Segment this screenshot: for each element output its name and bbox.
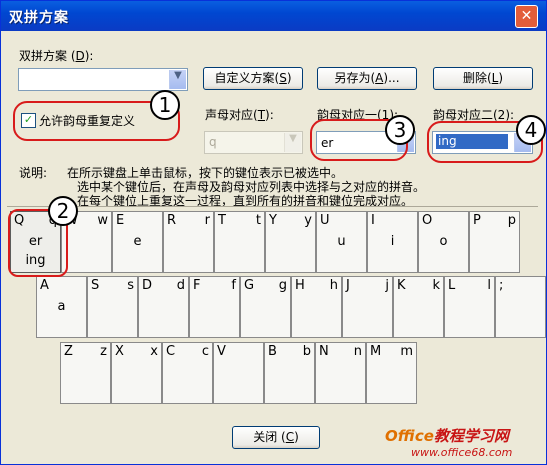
key-label-initial: l	[487, 278, 491, 293]
key-i[interactable]: Ii	[367, 211, 418, 273]
key-t[interactable]: Tt	[214, 211, 265, 273]
key-label-initial: r	[204, 213, 210, 228]
key-label-initial: g	[278, 278, 287, 293]
key-n[interactable]: Nn	[315, 342, 366, 404]
key-r[interactable]: Rr	[163, 211, 214, 273]
key-h[interactable]: Hh	[291, 276, 342, 338]
key-f[interactable]: Ff	[189, 276, 240, 338]
key-j[interactable]: Jj	[342, 276, 393, 338]
key-label-final-1: o	[439, 234, 448, 249]
instructions-label: 说明:	[19, 166, 48, 180]
key-label-upper: F	[193, 278, 201, 293]
key-label-upper: O	[422, 213, 433, 228]
key-g[interactable]: Gg	[240, 276, 291, 338]
key-label-upper: ;	[499, 278, 504, 293]
key-label-upper: J	[346, 278, 350, 293]
key-label-upper: T	[218, 213, 226, 228]
key-z[interactable]: Zz	[60, 342, 111, 404]
save-as-button[interactable]: 另存为(A)...	[317, 67, 417, 90]
key-label-initial: d	[176, 278, 185, 293]
key-label-upper: B	[268, 344, 277, 359]
chevron-down-icon[interactable]: ▼	[169, 70, 186, 89]
key-label-upper: H	[295, 278, 305, 293]
key-label-initial: y	[304, 213, 312, 228]
key-label-initial: z	[100, 344, 107, 359]
window-title: 双拼方案	[9, 10, 69, 26]
key-label-upper: M	[370, 344, 382, 359]
key-label-upper: Z	[64, 344, 73, 359]
key-l[interactable]: Ll	[444, 276, 495, 338]
key-label-initial: w	[97, 213, 108, 228]
key-label-upper: P	[473, 213, 481, 228]
annotation-badge-3: 3	[385, 115, 415, 145]
key-label-upper: R	[167, 213, 177, 228]
key-label-upper: S	[91, 278, 100, 293]
key-u[interactable]: Uu	[316, 211, 367, 273]
key-label-upper: D	[142, 278, 153, 293]
chevron-down-icon[interactable]: ▼	[284, 133, 301, 152]
key-label-initial: c	[201, 344, 209, 359]
key-label-initial: n	[353, 344, 362, 359]
delete-button[interactable]: 删除(L)	[433, 67, 533, 90]
dialog-window: 双拼方案 ✕ 双拼方案 (D): ▼ 自定义方案(S) 另存为(A)... 删除…	[0, 0, 547, 465]
key-label-initial: k	[432, 278, 440, 293]
key-label-initial: s	[127, 278, 134, 293]
key-label-final-1: e	[133, 234, 142, 249]
key-label-upper: C	[166, 344, 176, 359]
key-x[interactable]: Xx	[111, 342, 162, 404]
key-label-upper: U	[320, 213, 330, 228]
key-c[interactable]: Cc	[162, 342, 213, 404]
close-button[interactable]: 关闭 (C)	[232, 426, 320, 449]
key-b[interactable]: Bb	[264, 342, 315, 404]
key-label-upper: E	[116, 213, 125, 228]
key-label-final-1: i	[390, 234, 395, 249]
key-label-upper: K	[397, 278, 406, 293]
key-label-upper: X	[115, 344, 124, 359]
key-m[interactable]: Mm	[366, 342, 417, 404]
key-label-initial: b	[302, 344, 311, 359]
key-p[interactable]: Pp	[469, 211, 520, 273]
key-label-initial: f	[231, 278, 236, 293]
initial-map-select[interactable]: q ▼	[204, 131, 303, 154]
scheme-select[interactable]: ▼	[18, 68, 188, 91]
annotation-badge-1: 1	[150, 90, 180, 120]
key-semicolon[interactable]: ;	[495, 276, 546, 338]
key-label-upper: V	[217, 344, 226, 359]
key-v[interactable]: V	[213, 342, 264, 404]
key-a[interactable]: Aa	[36, 276, 87, 338]
custom-scheme-button[interactable]: 自定义方案(S)	[203, 67, 303, 90]
key-label-upper: A	[40, 278, 49, 293]
close-window-button[interactable]: ✕	[515, 5, 538, 28]
key-label-initial: m	[400, 344, 413, 359]
key-label-final-1: a	[57, 299, 66, 314]
key-s[interactable]: Ss	[87, 276, 138, 338]
key-d[interactable]: Dd	[138, 276, 189, 338]
initial-map-value: q	[209, 135, 217, 149]
key-y[interactable]: Yy	[265, 211, 316, 273]
key-label-initial: j	[385, 278, 389, 293]
watermark-line-2: www.office68.com	[411, 446, 513, 459]
annotation-badge-4: 4	[516, 115, 546, 145]
key-label-initial: x	[150, 344, 158, 359]
key-label-initial: h	[329, 278, 338, 293]
key-label-initial: p	[507, 213, 516, 228]
scheme-label: 双拼方案 (D):	[19, 49, 94, 63]
watermark-line-1: Office教程学习网	[385, 427, 509, 445]
key-k[interactable]: Kk	[393, 276, 444, 338]
key-o[interactable]: Oo	[418, 211, 469, 273]
key-label-upper: I	[371, 213, 375, 228]
annotation-badge-2: 2	[48, 196, 78, 226]
key-label-upper: Y	[269, 213, 277, 228]
key-label-final-1: u	[337, 234, 346, 249]
key-label-upper: N	[319, 344, 329, 359]
key-label-upper: G	[244, 278, 255, 293]
title-bar: 双拼方案 ✕	[1, 1, 546, 31]
key-label-upper: L	[448, 278, 456, 293]
key-label-initial: t	[255, 213, 261, 228]
key-e[interactable]: Ee	[112, 211, 163, 273]
initial-map-label: 声母对应(T):	[205, 108, 274, 122]
